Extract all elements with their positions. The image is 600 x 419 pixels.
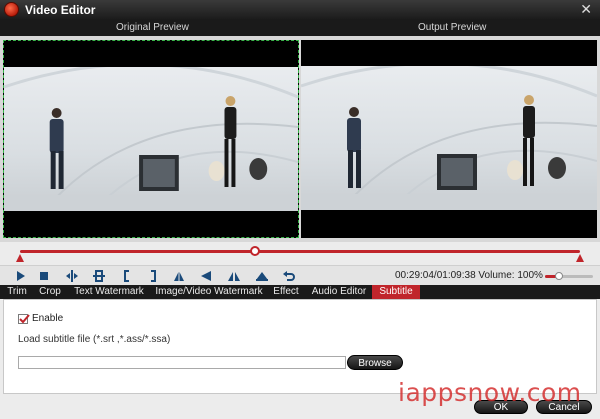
trim-start-marker[interactable] [16,254,24,262]
tab-image-video-watermark[interactable]: Image/Video Watermark [154,285,264,299]
tab-crop[interactable]: Crop [36,285,64,299]
output-preview-label: Output Preview [418,22,487,33]
subtitle-file-input[interactable] [18,356,346,369]
trim-end-marker[interactable] [576,254,584,262]
window-title: Video Editor [25,2,96,17]
close-button[interactable]: ✕ [580,1,592,18]
prev-frame-icon[interactable] [64,268,80,284]
volume-label: Volume: [478,270,515,281]
enable-label: Enable [32,313,64,324]
mark-out-icon[interactable] [145,268,161,284]
checkmark-icon [19,314,30,324]
browse-button[interactable]: Browse [347,355,403,370]
preview-header: Original Preview Output Preview [0,19,600,36]
timecode: 00:29:04/01:09:38 [395,270,476,281]
volume-value: 100% [517,270,543,281]
output-video-frame [301,66,597,210]
playback-controls: 00:29:04/01:09:38 Volume: 100% [0,265,600,285]
preview-area [0,36,600,242]
load-subtitle-label: Load subtitle file (*.srt ,*.ass/*.ssa) [18,334,171,345]
editor-tabs: Trim Crop Text Watermark Image/Video Wat… [0,285,600,299]
app-logo-icon [4,2,19,17]
dialog-footer: OK Cancel [0,394,600,419]
undo-icon[interactable] [281,268,297,284]
original-video-frame [4,67,298,211]
rotate-right-icon[interactable] [254,268,270,284]
tab-subtitle[interactable]: Subtitle [372,285,420,299]
volume-thumb[interactable] [555,272,564,280]
flip-vertical-icon[interactable] [171,268,187,284]
output-preview-pane[interactable] [301,40,597,238]
next-frame-icon[interactable] [91,268,107,284]
play-icon[interactable] [12,268,28,284]
stop-icon[interactable] [36,268,52,284]
cancel-button[interactable]: Cancel [536,400,592,414]
rotate-left-icon[interactable] [226,268,242,284]
time-readout: 00:29:04/01:09:38 Volume: 100% [395,270,543,281]
timeline-track[interactable] [20,250,580,253]
tab-effect[interactable]: Effect [270,285,302,299]
original-preview-pane[interactable] [3,40,299,238]
timeline[interactable] [0,242,600,265]
subtitle-panel: Enable Load subtitle file (*.srt ,*.ass/… [3,299,597,394]
tab-text-watermark[interactable]: Text Watermark [72,285,146,299]
tab-trim[interactable]: Trim [4,285,30,299]
title-bar: Video Editor ✕ [0,0,600,19]
volume-slider[interactable] [545,272,593,280]
playhead-thumb[interactable] [250,246,261,256]
original-preview-label: Original Preview [116,22,189,33]
enable-checkbox[interactable] [18,314,30,324]
mark-in-icon[interactable] [119,268,135,284]
tab-audio-editor[interactable]: Audio Editor [308,285,370,299]
ok-button[interactable]: OK [474,400,528,414]
flip-horizontal-icon[interactable] [198,268,214,284]
